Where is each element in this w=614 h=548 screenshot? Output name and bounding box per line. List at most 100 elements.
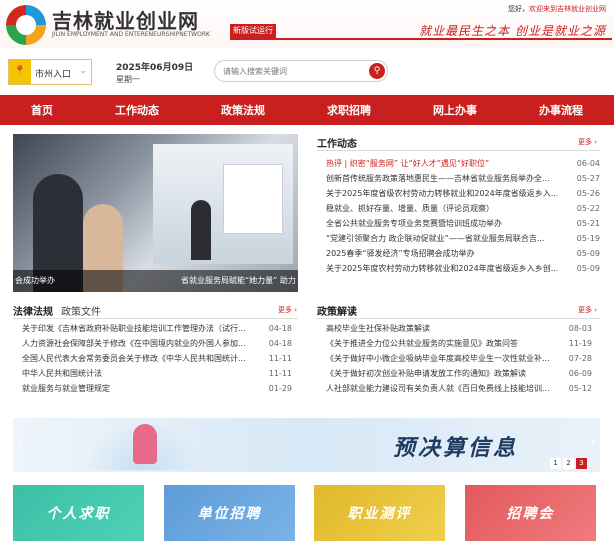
slider-caption-right[interactable]: 省就业服务局赋能“她力量” 助力	[181, 275, 296, 286]
list-item-date: 11-11	[264, 351, 292, 366]
site-name-en: JILIN EMPLOYMENT AND ENTERENEURSHIPNETWO…	[52, 31, 210, 38]
list-item-title[interactable]: “党建引领聚合力 政企联动促就业”——省就业服务局联合吉...	[326, 231, 600, 246]
list-item-title[interactable]: 就业服务与就业管理规定	[22, 381, 292, 396]
chevron-left-icon[interactable]: ‹	[17, 432, 23, 451]
work-news-list: 热评 | 织密“服务网” 让“好人才”遇见“好职位” 06-04 创新首传统服务政…	[326, 156, 600, 276]
toolbar: 📍 市州入口 ⌄ 2025年06月09日 星期一 ⚲	[0, 53, 614, 91]
list-item-title[interactable]: 稳就业、抓好存量、增量、质量（评论员观察）	[326, 201, 600, 216]
list-item[interactable]: 中华人民共和国统计法 11-11	[22, 366, 292, 381]
card-job-fair[interactable]: 招聘会	[465, 485, 596, 541]
card-job-seeking[interactable]: 个人求职	[13, 485, 144, 541]
list-item-title[interactable]: 热评 | 织密“服务网” 让“好人才”遇见“好职位”	[326, 156, 600, 171]
list-item[interactable]: 全国人民代表大会常务委员会关于修改《中华人民共和国统计... 11-11	[22, 351, 292, 366]
divider	[317, 150, 600, 151]
location-pin-icon: 📍	[9, 60, 31, 84]
list-item-title[interactable]: 人力资源社会保障部关于修改《在中国境内就业的外国人参加...	[22, 336, 292, 351]
list-item-date: 05-12	[564, 381, 592, 396]
list-item[interactable]: 关于印发《吉林省政府补贴职业技能培训工作管理办法（试行... 04-18	[22, 321, 292, 336]
laws-list: 关于印发《吉林省政府补贴职业技能培训工作管理办法（试行... 04-18 人力资源…	[22, 321, 292, 396]
list-item[interactable]: 2025春季“驿发经济”专场招聘会成功举办 05-09	[326, 246, 600, 261]
list-item-date: 11-11	[264, 366, 292, 381]
site-logo-icon[interactable]	[6, 5, 46, 45]
list-item-title[interactable]: 人社部就业能力建设司有关负责人就《百日免费线上技能培训...	[326, 381, 592, 396]
greeting-prefix: 您好，	[508, 5, 529, 13]
slider-caption-left[interactable]: 会成功举办	[15, 275, 55, 286]
search-icon[interactable]: ⚲	[369, 63, 385, 79]
nav-item-process[interactable]: 办事流程	[539, 102, 583, 118]
list-item-title[interactable]: 全省公共就业服务专项业务竞赛暨培训班成功举办	[326, 216, 600, 231]
list-item[interactable]: 热评 | 织密“服务网” 让“好人才”遇见“好职位” 06-04	[326, 156, 600, 171]
banner-page-2[interactable]: 2	[563, 458, 574, 469]
list-item[interactable]: “党建引领聚合力 政企联动促就业”——省就业服务局联合吉... 05-19	[326, 231, 600, 246]
list-item-title[interactable]: 《关于推进全力位公共就业服务的实施意见》政策问答	[326, 336, 592, 351]
list-item-date: 05-21	[572, 216, 600, 231]
card-career-assessment[interactable]: 职业测评	[314, 485, 445, 541]
list-item[interactable]: 《关于推进全力位公共就业服务的实施意见》政策问答 11-19	[326, 336, 592, 351]
search-box: ⚲	[214, 60, 388, 82]
list-item[interactable]: 关于2025年度农村劳动力转移就业和2024年度省级返乡入乡创... 05-09	[326, 261, 600, 276]
budget-banner[interactable]: ‹ › 预决算信息 1 2 3	[13, 418, 600, 472]
list-item-title[interactable]: 2025春季“驿发经济”专场招聘会成功举办	[326, 246, 600, 261]
section-title-policy-interpretation[interactable]: 政策解读	[317, 303, 357, 318]
nav-item-jobs[interactable]: 求职招聘	[327, 102, 371, 118]
slider-speaker	[191, 200, 211, 260]
search-input[interactable]	[223, 65, 363, 78]
chevron-down-icon: ⌄	[79, 66, 87, 76]
beta-badge: 新版试运行	[230, 24, 276, 38]
list-item-title[interactable]: 关于2025年度省级农村劳动力转移就业和2024年度省级返乡入...	[326, 186, 600, 201]
list-item-date: 05-22	[572, 201, 600, 216]
slider-screen	[223, 164, 283, 234]
main-nav: 首页 工作动态 政策法规 求职招聘 网上办事 办事流程	[0, 95, 614, 125]
tab-laws[interactable]: 法律法规	[13, 303, 53, 318]
banner-page-3-active[interactable]: 3	[576, 458, 587, 469]
list-item-title[interactable]: 《关于做好中小微企业吸纳毕业年度高校毕业生一次性就业补...	[326, 351, 592, 366]
nav-item-work-news[interactable]: 工作动态	[115, 102, 159, 118]
section-title-work-news[interactable]: 工作动态	[317, 135, 357, 150]
list-item-date: 05-09	[572, 246, 600, 261]
card-label: 职业测评	[347, 506, 412, 522]
list-item-title[interactable]: 中华人民共和国统计法	[22, 366, 292, 381]
banner-page-1[interactable]: 1	[550, 458, 561, 469]
work-news-more-link[interactable]: 更多 ›	[578, 137, 597, 147]
list-item[interactable]: 稳就业、抓好存量、增量、质量（评论员观察） 05-22	[326, 201, 600, 216]
banner-text: 预决算信息	[393, 436, 519, 461]
list-item[interactable]: 人力资源社会保障部关于修改《在中国境内就业的外国人参加... 04-18	[22, 336, 292, 351]
greeting-text: 欢迎来到吉林就业创业网	[529, 5, 606, 13]
list-item[interactable]: 就业服务与就业管理规定 01-29	[22, 381, 292, 396]
list-item[interactable]: 《关于做好中小微企业吸纳毕业年度高校毕业生一次性就业补... 07-28	[326, 351, 592, 366]
list-item[interactable]: 高校毕业生社保补贴政策解读 08-03	[326, 321, 592, 336]
list-item-title[interactable]: 全国人民代表大会常务委员会关于修改《中华人民共和国统计...	[22, 351, 292, 366]
list-item-date: 07-28	[564, 351, 592, 366]
list-item-date: 05-27	[572, 171, 600, 186]
chevron-right-icon[interactable]: ›	[590, 432, 596, 451]
list-item-date: 06-09	[564, 366, 592, 381]
list-item[interactable]: 创新首传统服务政策落地惠民生——吉林省就业服务局举办全... 05-27	[326, 171, 600, 186]
list-item-title[interactable]: 创新首传统服务政策落地惠民生——吉林省就业服务局举办全...	[326, 171, 600, 186]
list-item-date: 05-19	[572, 231, 600, 246]
list-item-date: 04-18	[264, 336, 292, 351]
policy-more-link[interactable]: 更多 ›	[578, 305, 597, 315]
list-item[interactable]: 全省公共就业服务专项业务竞赛暨培训班成功举办 05-21	[326, 216, 600, 231]
list-item[interactable]: 人社部就业能力建设司有关负责人就《百日免费线上技能培训... 05-12	[326, 381, 592, 396]
nav-item-online-service[interactable]: 网上办事	[433, 102, 477, 118]
news-slider[interactable]: 会成功举办 省就业服务局赋能“她力量” 助力	[13, 134, 298, 292]
list-item-title[interactable]: 《关于做好初次创业补贴申请发放工作的通知》政策解读	[326, 366, 592, 381]
list-item-date: 11-19	[564, 336, 592, 351]
list-item-title[interactable]: 关于2025年度农村劳动力转移就业和2024年度省级返乡入乡创...	[326, 261, 600, 276]
list-item[interactable]: 关于2025年度省级农村劳动力转移就业和2024年度省级返乡入... 05-26	[326, 186, 600, 201]
site-header: 吉林就业创业网 JILIN EMPLOYMENT AND ENTERENEURS…	[0, 0, 614, 48]
city-entry-button[interactable]: 📍 市州入口 ⌄	[8, 59, 92, 85]
site-name[interactable]: 吉林就业创业网	[52, 5, 199, 34]
list-item[interactable]: 《关于做好初次创业补贴申请发放工作的通知》政策解读 06-09	[326, 366, 592, 381]
tab-policy-docs[interactable]: 政策文件	[61, 303, 101, 318]
card-recruitment[interactable]: 单位招聘	[164, 485, 295, 541]
divider	[317, 318, 600, 319]
nav-item-home[interactable]: 首页	[31, 102, 53, 118]
list-item-title[interactable]: 关于印发《吉林省政府补贴职业技能培训工作管理办法（试行...	[22, 321, 292, 336]
nav-item-policy[interactable]: 政策法规	[221, 102, 265, 118]
slogan: 就业最民生之本 创业是就业之源	[419, 24, 606, 38]
laws-more-link[interactable]: 更多 ›	[278, 305, 297, 315]
greeting: 您好，欢迎来到吉林就业创业网	[508, 4, 606, 14]
list-item-date: 04-18	[264, 321, 292, 336]
list-item-title[interactable]: 高校毕业生社保补贴政策解读	[326, 321, 592, 336]
